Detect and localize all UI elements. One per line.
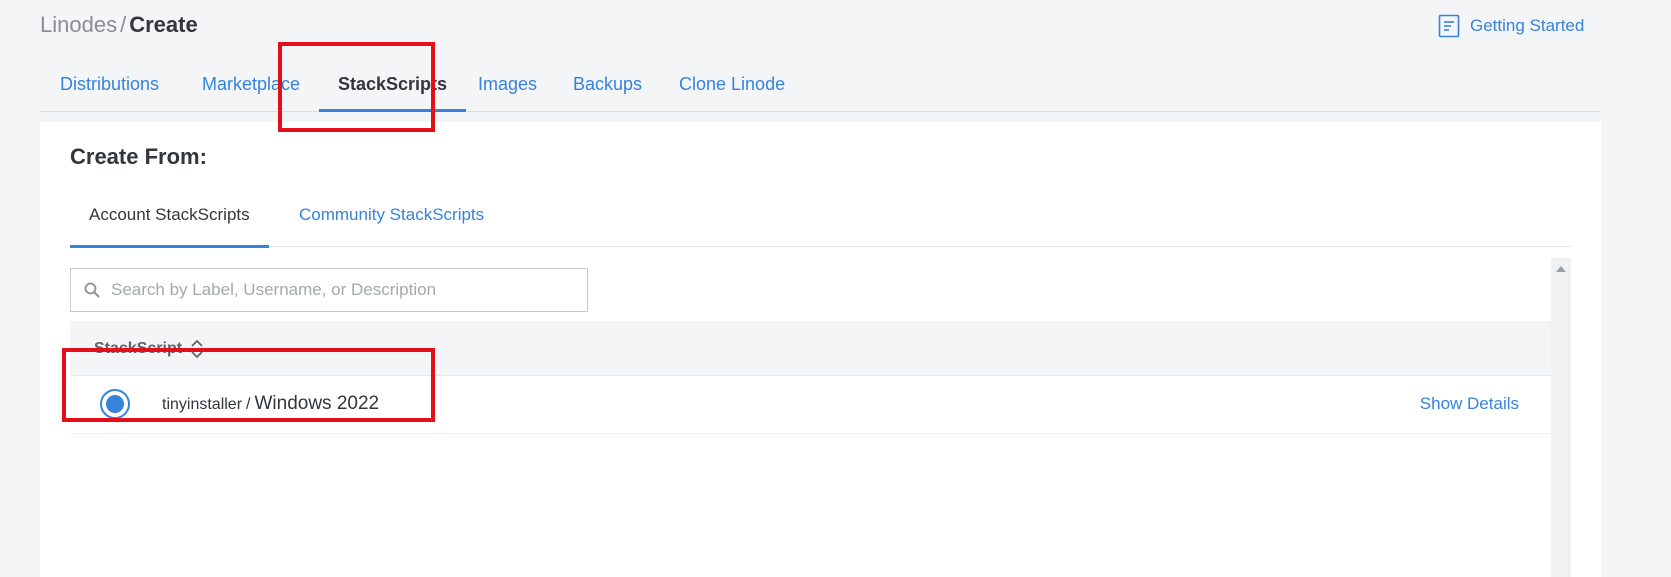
stackscript-separator: / [246, 396, 251, 413]
create-tabs: Distributions Marketplace StackScripts I… [40, 60, 1601, 112]
search-icon [83, 281, 101, 299]
scroll-up-arrow-icon[interactable] [1556, 266, 1566, 272]
column-header-label: StackScript [94, 340, 183, 357]
stackscript-list[interactable]: StackScript tinyinstaller/Windows 2022 S… [70, 258, 1571, 577]
tab-community-stackscripts[interactable]: Community StackScripts [299, 184, 484, 247]
page-title: Create [129, 12, 198, 37]
tab-account-stackscripts[interactable]: Account StackScripts [70, 184, 269, 248]
sort-icon[interactable] [190, 338, 204, 360]
tab-backups[interactable]: Backups [573, 60, 642, 112]
document-icon [1438, 14, 1460, 38]
table-header: StackScript [70, 322, 1551, 376]
search-input[interactable] [111, 280, 587, 300]
radio-selected-dot [106, 395, 124, 413]
getting-started-link[interactable]: Getting Started [1438, 14, 1584, 38]
table-row[interactable]: tinyinstaller / Windows 2022 Show Details [70, 376, 1551, 434]
stackscript-radio[interactable] [100, 389, 130, 419]
stackscript-label: tinyinstaller / Windows 2022 [162, 376, 379, 432]
create-from-panel: Create From: Account StackScripts Commun… [40, 122, 1601, 577]
page-header: Linodes / Create [40, 10, 1491, 50]
column-header-stackscript[interactable]: StackScript [94, 323, 204, 375]
create-from-heading: Create From: [70, 144, 207, 169]
breadcrumb: Linodes / Create [40, 10, 198, 40]
breadcrumb-separator: / [120, 12, 127, 37]
tab-stackscripts[interactable]: StackScripts [319, 60, 467, 112]
search-box [70, 268, 588, 312]
stackscript-subtabs: Account StackScripts Community StackScri… [70, 184, 1571, 248]
getting-started-label: Getting Started [1470, 16, 1585, 35]
tab-marketplace[interactable]: Marketplace [202, 60, 300, 112]
stackscript-username: tinyinstaller [162, 396, 243, 413]
tab-clone-linode[interactable]: Clone Linode [679, 60, 785, 112]
breadcrumb-linodes[interactable]: Linodes [40, 12, 117, 37]
stackscript-title: Windows 2022 [254, 393, 380, 414]
show-details-button[interactable]: Show Details [1420, 376, 1519, 432]
tab-images[interactable]: Images [478, 60, 537, 112]
tab-distributions[interactable]: Distributions [60, 60, 159, 112]
scrollbar[interactable] [1551, 258, 1571, 577]
